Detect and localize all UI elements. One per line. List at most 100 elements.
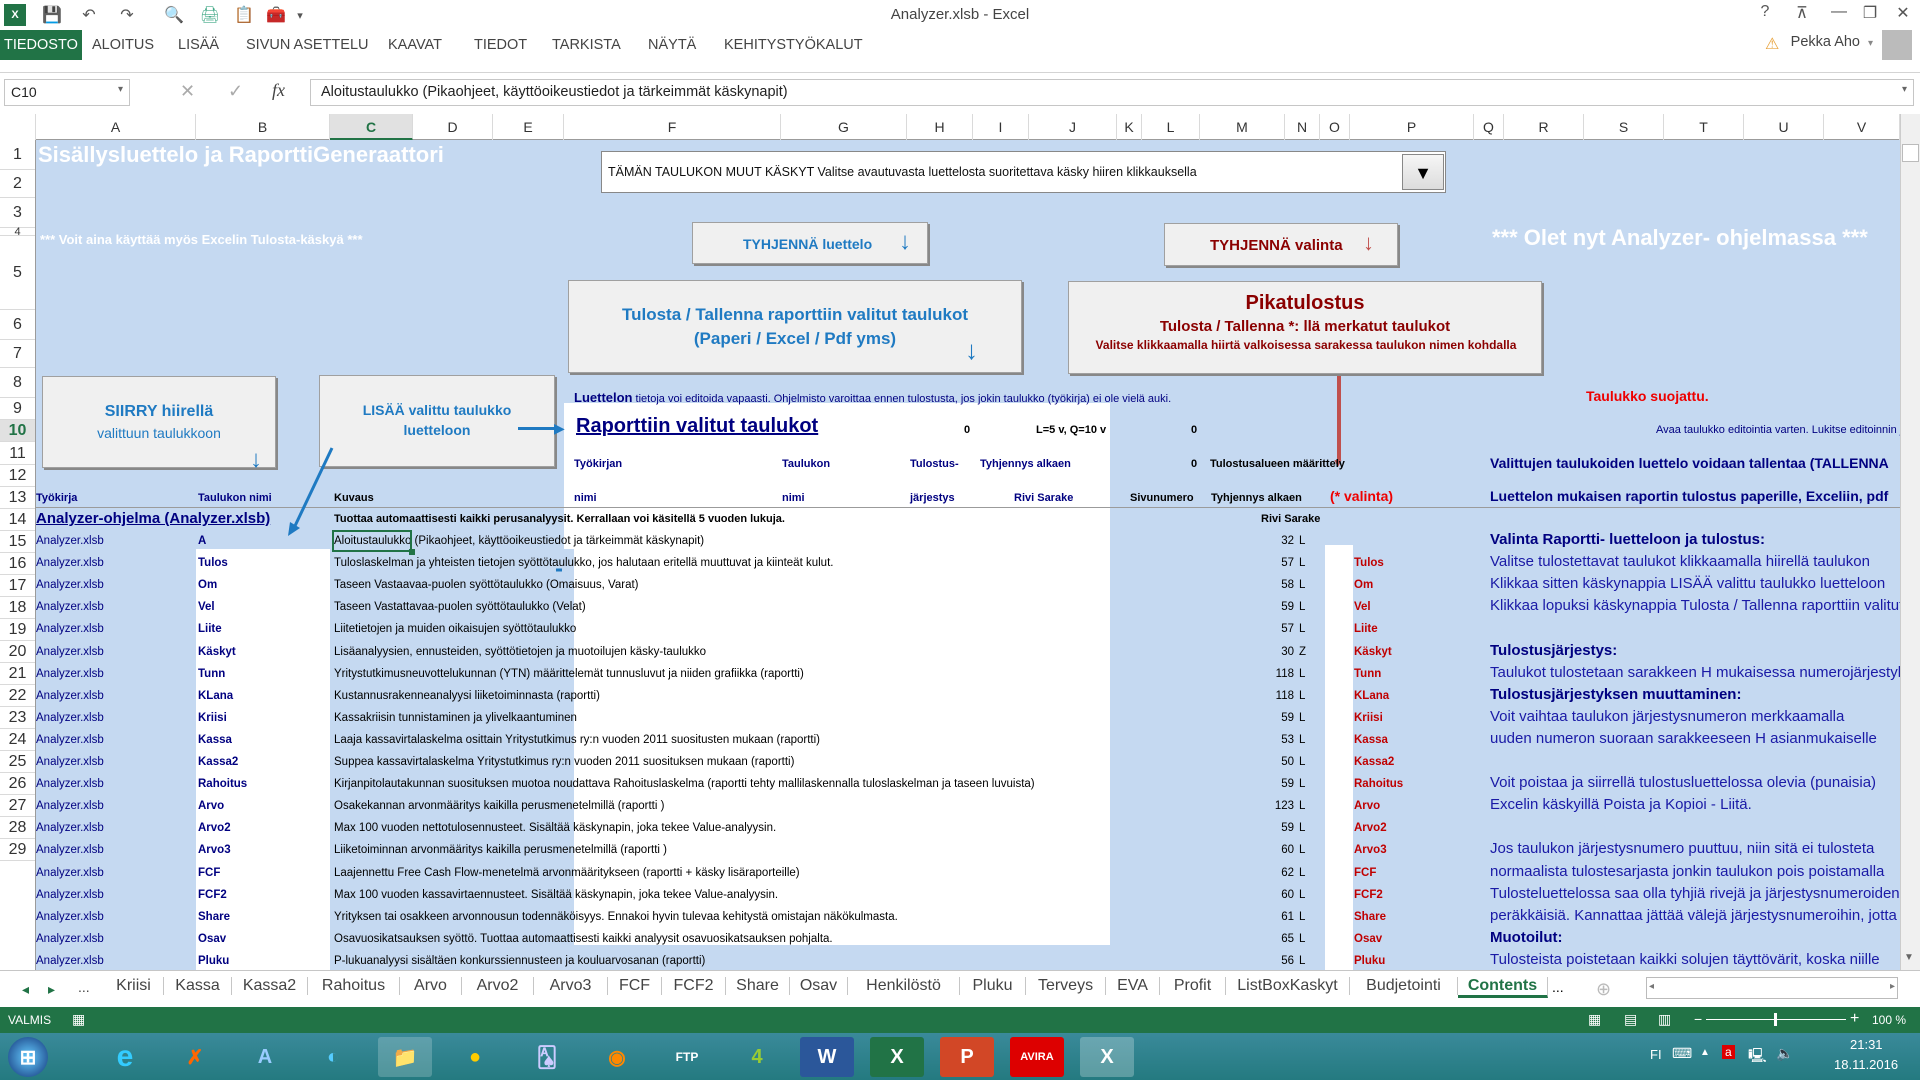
row-header[interactable]: 2 (0, 170, 35, 198)
active-cell-c10[interactable] (332, 530, 412, 552)
row-header[interactable]: 20 (0, 641, 35, 663)
table-col-cell[interactable]: L (1299, 822, 1305, 834)
zoom-out-button[interactable]: − (1694, 1011, 1702, 1027)
firefox-icon[interactable]: ◉ (590, 1037, 644, 1077)
solitaire-icon[interactable]: 🂡 (520, 1037, 574, 1077)
normal-view-icon[interactable]: ▦ (1588, 1011, 1601, 1028)
table-workbook-cell[interactable]: Analyzer.xlsb (36, 646, 104, 658)
sheet-tab[interactable]: Arvo (400, 977, 462, 995)
table-sheet-name-cell[interactable]: Share (198, 911, 230, 923)
vertical-scrollbar[interactable]: ▼ (1900, 114, 1920, 970)
sheet-tab[interactable]: Profit (1160, 977, 1226, 995)
table-selection-cell[interactable]: Liite (1354, 623, 1378, 635)
table-row-cell[interactable]: 59 (1264, 778, 1294, 790)
table-description-cell[interactable]: Lisäanalyysien, ennusteiden, syöttötieto… (334, 646, 706, 658)
row-header[interactable]: 12 (0, 465, 35, 487)
row-header[interactable]: 1 (0, 140, 35, 170)
table-sheet-name-cell[interactable]: Arvo3 (198, 844, 231, 856)
tab-more-left[interactable]: ... (78, 979, 90, 995)
table-row-cell[interactable]: 59 (1264, 822, 1294, 834)
sheet-tab[interactable]: FCF (608, 977, 662, 995)
column-header[interactable]: U (1744, 114, 1824, 140)
teamviewer-icon[interactable]: ◐ (306, 1037, 360, 1077)
table-description-cell[interactable]: Laaja kassavirtalaskelma osittain Yritys… (334, 734, 820, 746)
sheet-tab[interactable]: Arvo2 (462, 977, 534, 995)
table-col-cell[interactable]: L (1299, 734, 1305, 746)
horizontal-scrollbar[interactable]: ◂ ▸ (1646, 977, 1898, 999)
row-header[interactable]: 3 (0, 198, 35, 228)
table-description-cell[interactable]: Laajennettu Free Cash Flow-menetelmä arv… (334, 867, 800, 879)
clear-list-button[interactable]: TYHJENNÄ luettelo ↓ (692, 222, 928, 264)
page-break-view-icon[interactable]: ▥ (1658, 1011, 1671, 1028)
table-col-cell[interactable]: L (1299, 800, 1305, 812)
table-description-cell[interactable]: Yrityksen tai osakkeen arvonnousun toden… (334, 911, 898, 923)
avatar[interactable] (1882, 30, 1912, 60)
table-sheet-name-cell[interactable]: FCF (198, 867, 220, 879)
row-header[interactable]: 29 (0, 839, 35, 861)
sheet-tab[interactable]: Kassa2 (232, 977, 308, 995)
table-workbook-cell[interactable]: Analyzer.xlsb (36, 955, 104, 967)
chrome-icon[interactable]: ● (448, 1037, 502, 1077)
cancel-icon[interactable]: ✕ (180, 81, 195, 102)
quick-print-button[interactable]: Pikatulostus Tulosta / Tallenna *: llä m… (1068, 281, 1542, 374)
tab-more-right[interactable]: ... (1552, 979, 1564, 995)
row-header[interactable]: 7 (0, 340, 35, 368)
tab-formulas[interactable]: KAAVAT (384, 30, 446, 60)
table-row-cell[interactable]: 30 (1264, 646, 1294, 658)
insert-function-icon[interactable]: fx (272, 80, 285, 101)
app4-icon[interactable]: 4 (730, 1037, 784, 1077)
table-selection-cell[interactable]: Arvo3 (1354, 844, 1387, 856)
table-col-cell[interactable]: L (1299, 911, 1305, 923)
formula-input[interactable]: Aloitustaulukko (Pikaohjeet, käyttöoikeu… (310, 79, 1914, 106)
row-header[interactable]: 24 (0, 729, 35, 751)
name-box-dropdown-icon[interactable]: ▾ (118, 84, 123, 95)
avira-icon[interactable]: AVIRA (1010, 1037, 1064, 1077)
table-workbook-cell[interactable]: Analyzer.xlsb (36, 800, 104, 812)
white-selection-column[interactable] (1325, 545, 1353, 970)
table-sheet-name-cell[interactable]: Käskyt (198, 646, 236, 658)
commands-dropdown[interactable]: TÄMÄN TAULUKON MUUT KÄSKYT Valitse avaut… (601, 151, 1446, 193)
sheet-tab[interactable]: Kriisi (104, 977, 164, 995)
table-selection-cell[interactable]: Kassa2 (1354, 756, 1394, 768)
sheet-tab[interactable]: FCF2 (662, 977, 726, 995)
tab-prev-icon[interactable]: ◂ (22, 981, 29, 998)
table-workbook-cell[interactable]: Analyzer.xlsb (36, 579, 104, 591)
table-sheet-name-cell[interactable]: Kriisi (198, 712, 227, 724)
table-workbook-cell[interactable]: Analyzer.xlsb (36, 933, 104, 945)
table-sheet-name-cell[interactable]: Rahoitus (198, 778, 247, 790)
row-header[interactable]: 6 (0, 310, 35, 340)
row-header[interactable]: 16 (0, 553, 35, 575)
row-header[interactable]: 27 (0, 795, 35, 817)
sheet-tab[interactable]: Terveys (1026, 977, 1106, 995)
table-col-cell[interactable]: L (1299, 579, 1305, 591)
table-selection-cell[interactable]: Pluku (1354, 955, 1385, 967)
table-row-cell[interactable]: 118 (1264, 690, 1294, 702)
table-sheet-name-cell[interactable]: Osav (198, 933, 226, 945)
table-selection-cell[interactable]: FCF (1354, 867, 1376, 879)
word-icon[interactable]: W (800, 1037, 854, 1077)
column-header[interactable]: E (493, 114, 564, 140)
tab-view[interactable]: NÄYTÄ (644, 30, 700, 60)
tab-data[interactable]: TIEDOT (470, 30, 531, 60)
row-header[interactable]: 11 (0, 442, 35, 465)
table-sheet-name-cell[interactable]: Arvo (198, 800, 224, 812)
table-workbook-cell[interactable]: Analyzer.xlsb (36, 557, 104, 569)
restore-icon[interactable]: ❐ (1855, 3, 1885, 23)
program-group-link[interactable]: Analyzer-ohjelma (Analyzer.xlsb) (36, 510, 270, 527)
table-workbook-cell[interactable]: Analyzer.xlsb (36, 889, 104, 901)
table-col-cell[interactable]: L (1299, 668, 1305, 680)
table-workbook-cell[interactable]: Analyzer.xlsb (36, 822, 104, 834)
sheet-tab[interactable]: Pluku (960, 977, 1026, 995)
table-col-cell[interactable]: Z (1299, 646, 1306, 658)
table-col-cell[interactable]: L (1299, 867, 1305, 879)
column-header[interactable]: L (1142, 114, 1200, 140)
column-header[interactable]: I (973, 114, 1029, 140)
close-icon[interactable]: ✕ (1888, 3, 1918, 23)
table-selection-cell[interactable]: FCF2 (1354, 889, 1383, 901)
print-report-button[interactable]: Tulosta / Tallenna raporttiin valitut ta… (568, 280, 1022, 373)
sheet-tab[interactable]: Henkilöstö (848, 977, 960, 995)
table-workbook-cell[interactable]: Analyzer.xlsb (36, 734, 104, 746)
goto-sheet-button[interactable]: SIIRRY hiirellä valittuun taulukkoon (42, 376, 276, 468)
table-selection-cell[interactable]: Share (1354, 911, 1386, 923)
table-description-cell[interactable]: Kustannusrakenneanalyysi liiketoiminnast… (334, 690, 600, 702)
